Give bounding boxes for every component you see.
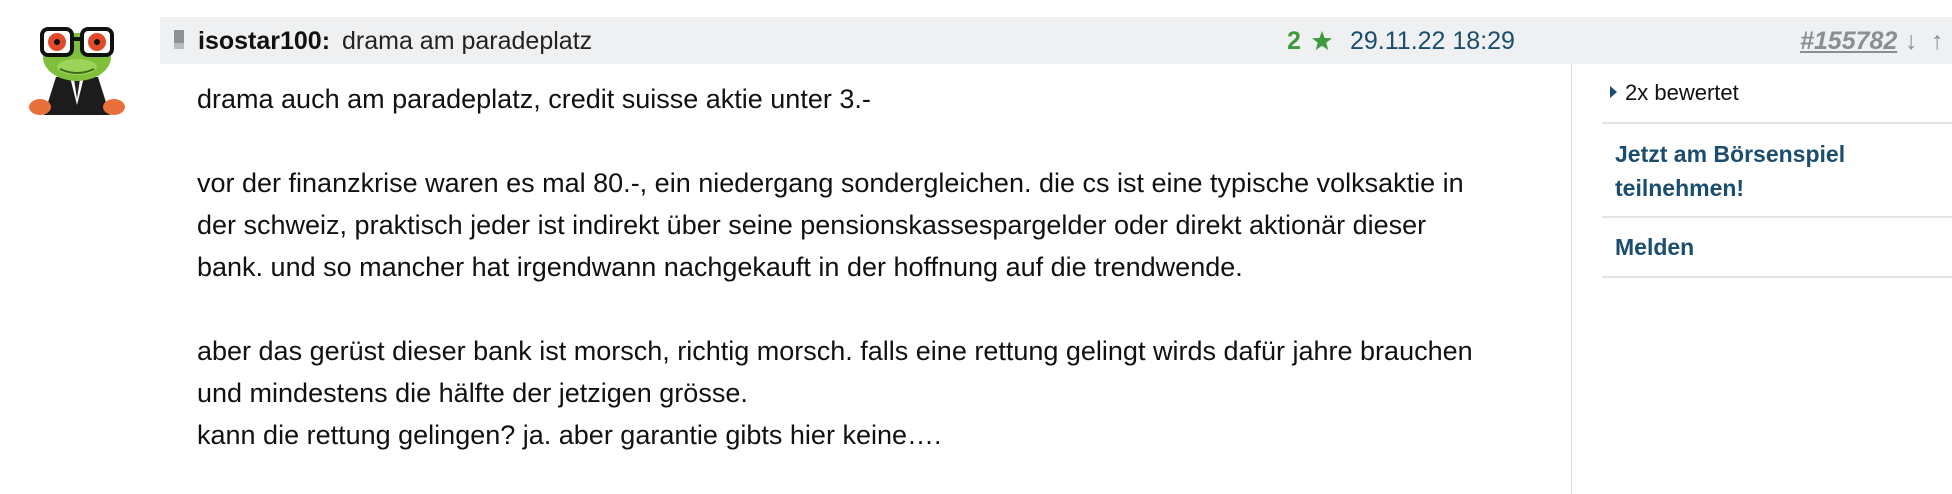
post-body: drama auch am paradeplatz, credit suisse… xyxy=(197,78,1497,456)
post-icon xyxy=(174,30,184,49)
arrow-down-icon[interactable]: ↓ xyxy=(1905,27,1918,56)
rated-toggle[interactable]: 2x bewertet xyxy=(1602,80,1739,106)
sidebar-divider xyxy=(1602,122,1952,124)
frog-avatar-icon xyxy=(26,15,128,117)
post-id-link[interactable]: #155782 xyxy=(1800,27,1897,56)
post-paragraph: drama auch am paradeplatz, credit suisse… xyxy=(197,84,871,114)
post-title: drama am paradeplatz xyxy=(342,27,593,55)
melden-link[interactable]: Melden xyxy=(1615,230,1694,264)
arrow-up-icon[interactable]: ↑ xyxy=(1931,27,1944,56)
sidebar-divider xyxy=(1571,64,1572,494)
caret-right-icon xyxy=(1610,86,1617,98)
post-author[interactable]: isostar100: xyxy=(198,27,330,56)
borsenspiel-link[interactable]: Jetzt am Börsenspiel teilnehmen! xyxy=(1615,137,1855,205)
post-paragraph: aber das gerüst dieser bank ist morsch, … xyxy=(197,336,1473,450)
post-header: isostar100: drama am paradeplatz 2 29.11… xyxy=(160,17,1952,64)
rating-count: 2 xyxy=(1287,27,1301,55)
sidebar-divider xyxy=(1602,276,1952,278)
avatar[interactable] xyxy=(26,15,128,117)
post-timestamp: 29.11.22 18:29 xyxy=(1350,27,1515,55)
post-paragraph: vor der finanzkrise waren es mal 80.-, e… xyxy=(197,168,1464,282)
sidebar-divider xyxy=(1602,216,1952,218)
star-icon[interactable] xyxy=(1311,30,1333,52)
rated-label: 2x bewertet xyxy=(1625,80,1739,105)
